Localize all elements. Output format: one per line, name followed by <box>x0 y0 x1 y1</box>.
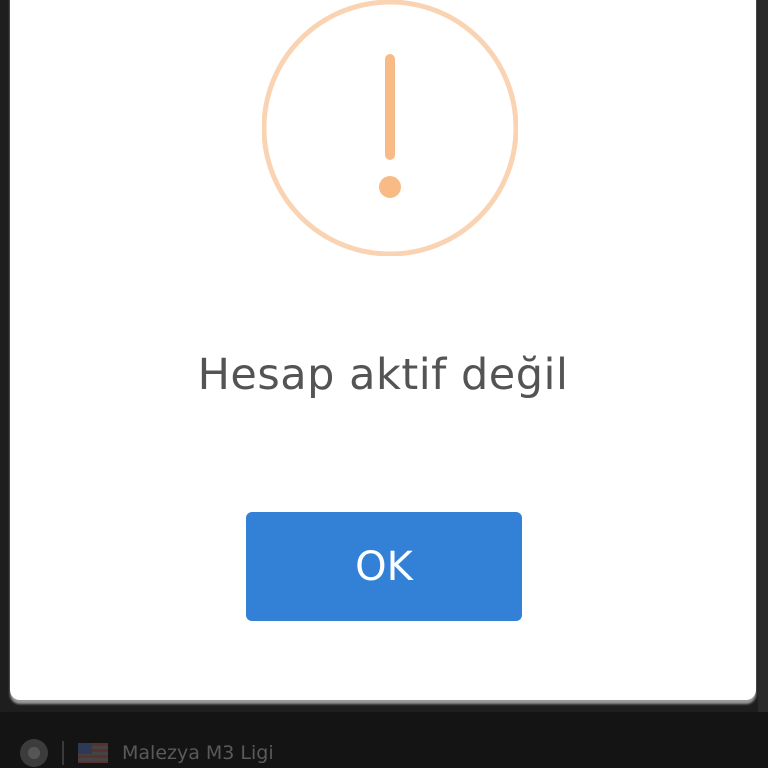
dialog-title: Hesap aktif değil <box>197 350 569 400</box>
alert-dialog: Hesap aktif değil OK <box>10 0 756 700</box>
warning-icon <box>262 0 518 256</box>
soccer-ball-icon <box>20 739 48 767</box>
league-name: Malezya M3 Ligi <box>122 742 274 764</box>
league-row-content: Malezya M3 Ligi <box>20 738 274 768</box>
ok-button[interactable]: OK <box>246 512 522 621</box>
background-edge <box>758 0 768 712</box>
row-divider <box>62 741 64 765</box>
malaysia-flag-icon <box>78 743 108 763</box>
